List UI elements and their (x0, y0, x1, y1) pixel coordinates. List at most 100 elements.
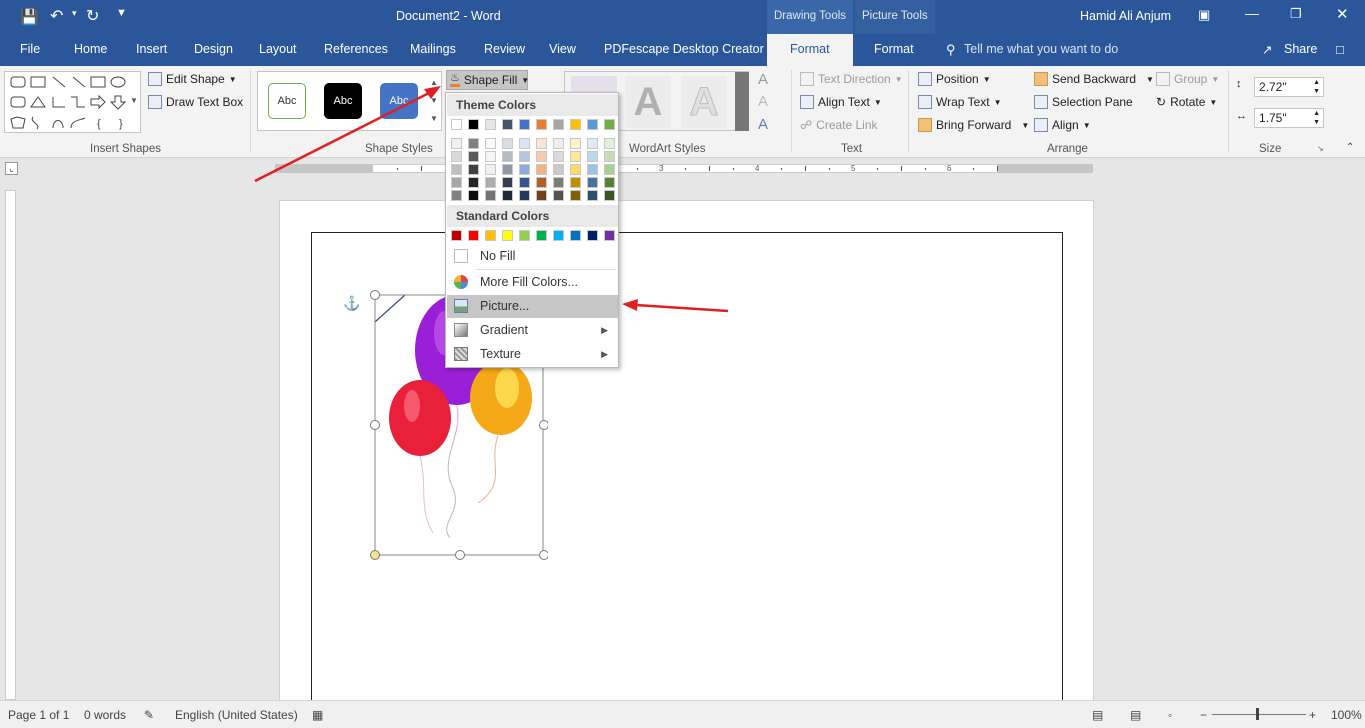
word-count[interactable]: 0 words (84, 708, 126, 722)
tab-review[interactable]: Review (484, 42, 525, 56)
tab-selector-icon[interactable]: ⌞ (5, 162, 18, 175)
tab-pdfescape[interactable]: PDFescape Desktop Creator (604, 42, 764, 56)
theme-shade-swatch[interactable] (451, 190, 462, 201)
zoom-in-icon[interactable]: + (1309, 708, 1316, 722)
theme-color-swatch[interactable] (553, 119, 564, 130)
wordart-style-2[interactable]: A (625, 76, 671, 128)
theme-shade-swatch[interactable] (553, 190, 564, 201)
edit-shape-button[interactable]: Edit Shape ▼ (148, 72, 237, 86)
theme-shade-swatch[interactable] (519, 190, 530, 201)
theme-color-swatch[interactable] (604, 119, 615, 130)
restore-icon[interactable]: ❐ (1290, 6, 1302, 22)
save-icon[interactable]: 💾 (20, 8, 39, 26)
text-outline-icon[interactable]: A (758, 93, 768, 110)
tab-mailings[interactable]: Mailings (410, 42, 456, 56)
send-backward-button[interactable]: Send Backward ▼ (1034, 72, 1154, 86)
theme-shade-swatch[interactable] (570, 151, 581, 162)
theme-shade-swatch[interactable] (570, 164, 581, 175)
vertical-ruler[interactable] (5, 190, 16, 700)
create-link-button[interactable]: ☍ Create Link (800, 118, 878, 132)
theme-shade-swatch[interactable] (604, 190, 615, 201)
share-button[interactable]: Share (1284, 42, 1317, 56)
size-launcher-icon[interactable]: ↘ (1317, 144, 1324, 153)
text-direction-button[interactable]: Text Direction ▼ (800, 72, 903, 86)
bring-forward-button[interactable]: Bring Forward ▼ (918, 118, 1029, 132)
theme-color-swatch[interactable] (502, 119, 513, 130)
theme-shade-swatch[interactable] (519, 138, 530, 149)
shape-style-black[interactable]: Abc (324, 83, 362, 119)
wordart-style-3[interactable]: A (681, 76, 727, 128)
theme-color-swatch[interactable] (451, 119, 462, 130)
shape-styles-gallery[interactable]: Abc Abc Abc (257, 71, 442, 131)
standard-color-swatch[interactable] (570, 230, 581, 241)
standard-color-swatch[interactable] (604, 230, 615, 241)
shape-fill-button[interactable]: ♨ Shape Fill ▼ (446, 70, 529, 90)
shapes-more-icon[interactable]: ▼ (130, 96, 138, 105)
theme-shade-swatch[interactable] (587, 151, 598, 162)
more-fill-colors-item[interactable]: More Fill Colors... (447, 271, 618, 294)
shape-style-blue[interactable]: Abc (380, 83, 418, 119)
macro-icon[interactable]: ▦ (312, 708, 323, 722)
theme-shade-swatch[interactable] (587, 190, 598, 201)
language-status[interactable]: English (United States) (175, 708, 298, 722)
theme-shade-swatch[interactable] (536, 151, 547, 162)
zoom-out-icon[interactable]: − (1200, 708, 1207, 722)
standard-color-swatch[interactable] (451, 230, 462, 241)
theme-shade-swatch[interactable] (485, 151, 496, 162)
shapes-gallery[interactable]: { } (4, 71, 141, 133)
theme-shade-swatch[interactable] (485, 190, 496, 201)
styles-scroll-down-icon[interactable]: ▼ (430, 96, 438, 105)
shape-style-white[interactable]: Abc (268, 83, 306, 119)
tab-home[interactable]: Home (74, 42, 107, 56)
share-icon[interactable]: ↗ (1262, 42, 1272, 57)
theme-color-swatch[interactable] (536, 119, 547, 130)
theme-shade-swatch[interactable] (451, 138, 462, 149)
theme-shade-swatch[interactable] (536, 190, 547, 201)
tab-format-picture[interactable]: Format (874, 42, 914, 56)
tab-insert[interactable]: Insert (136, 42, 167, 56)
collapse-ribbon-icon[interactable]: ⌃ (1346, 142, 1354, 153)
theme-shade-swatch[interactable] (502, 151, 513, 162)
no-fill-item[interactable]: No Fill (447, 245, 618, 268)
theme-shade-swatch[interactable] (468, 151, 479, 162)
theme-shade-swatch[interactable] (587, 177, 598, 188)
theme-shade-swatch[interactable] (468, 190, 479, 201)
theme-color-swatch[interactable] (468, 119, 479, 130)
theme-color-swatch[interactable] (570, 119, 581, 130)
height-field[interactable]: 2.72" ▲ ▼ (1254, 77, 1324, 97)
theme-shade-swatch[interactable] (536, 177, 547, 188)
redo-icon[interactable]: ↻ (86, 6, 99, 26)
theme-shade-swatch[interactable] (519, 164, 530, 175)
width-field[interactable]: 1.75" ▲ ▼ (1254, 108, 1324, 128)
wordart-scrollbar[interactable] (735, 72, 749, 131)
group-button[interactable]: Group ▼ (1156, 72, 1219, 86)
tab-view[interactable]: View (549, 42, 576, 56)
undo-icon[interactable]: ↶ (50, 6, 63, 26)
align-button[interactable]: Align ▼ (1034, 118, 1091, 132)
page-count[interactable]: Page 1 of 1 (8, 708, 69, 722)
theme-shade-swatch[interactable] (587, 138, 598, 149)
position-button[interactable]: Position ▼ (918, 72, 991, 86)
theme-shade-swatch[interactable] (553, 177, 564, 188)
standard-color-swatch[interactable] (553, 230, 564, 241)
theme-shade-swatch[interactable] (451, 177, 462, 188)
zoom-slider[interactable] (1212, 714, 1306, 715)
theme-shade-swatch[interactable] (536, 138, 547, 149)
tell-me-box[interactable]: Tell me what you want to do (964, 42, 1118, 56)
user-name[interactable]: Hamid Ali Anjum (1080, 9, 1171, 23)
tab-format-drawing[interactable]: Format (790, 42, 830, 56)
text-fill-icon[interactable]: A (758, 71, 768, 88)
theme-shade-swatch[interactable] (604, 138, 615, 149)
document-page[interactable]: ⚓ (279, 200, 1094, 728)
theme-color-swatch[interactable] (519, 119, 530, 130)
tab-file[interactable]: File (20, 42, 40, 56)
theme-shade-swatch[interactable] (451, 151, 462, 162)
proofing-icon[interactable]: ✎ (144, 708, 154, 722)
wrap-text-button[interactable]: Wrap Text ▼ (918, 95, 1002, 109)
close-icon[interactable]: ✕ (1336, 5, 1349, 23)
align-text-button[interactable]: Align Text ▼ (800, 95, 882, 109)
zoom-slider-thumb[interactable] (1256, 708, 1259, 720)
read-mode-icon[interactable]: ▤ (1092, 708, 1103, 722)
standard-color-swatch[interactable] (587, 230, 598, 241)
standard-color-swatch[interactable] (468, 230, 479, 241)
